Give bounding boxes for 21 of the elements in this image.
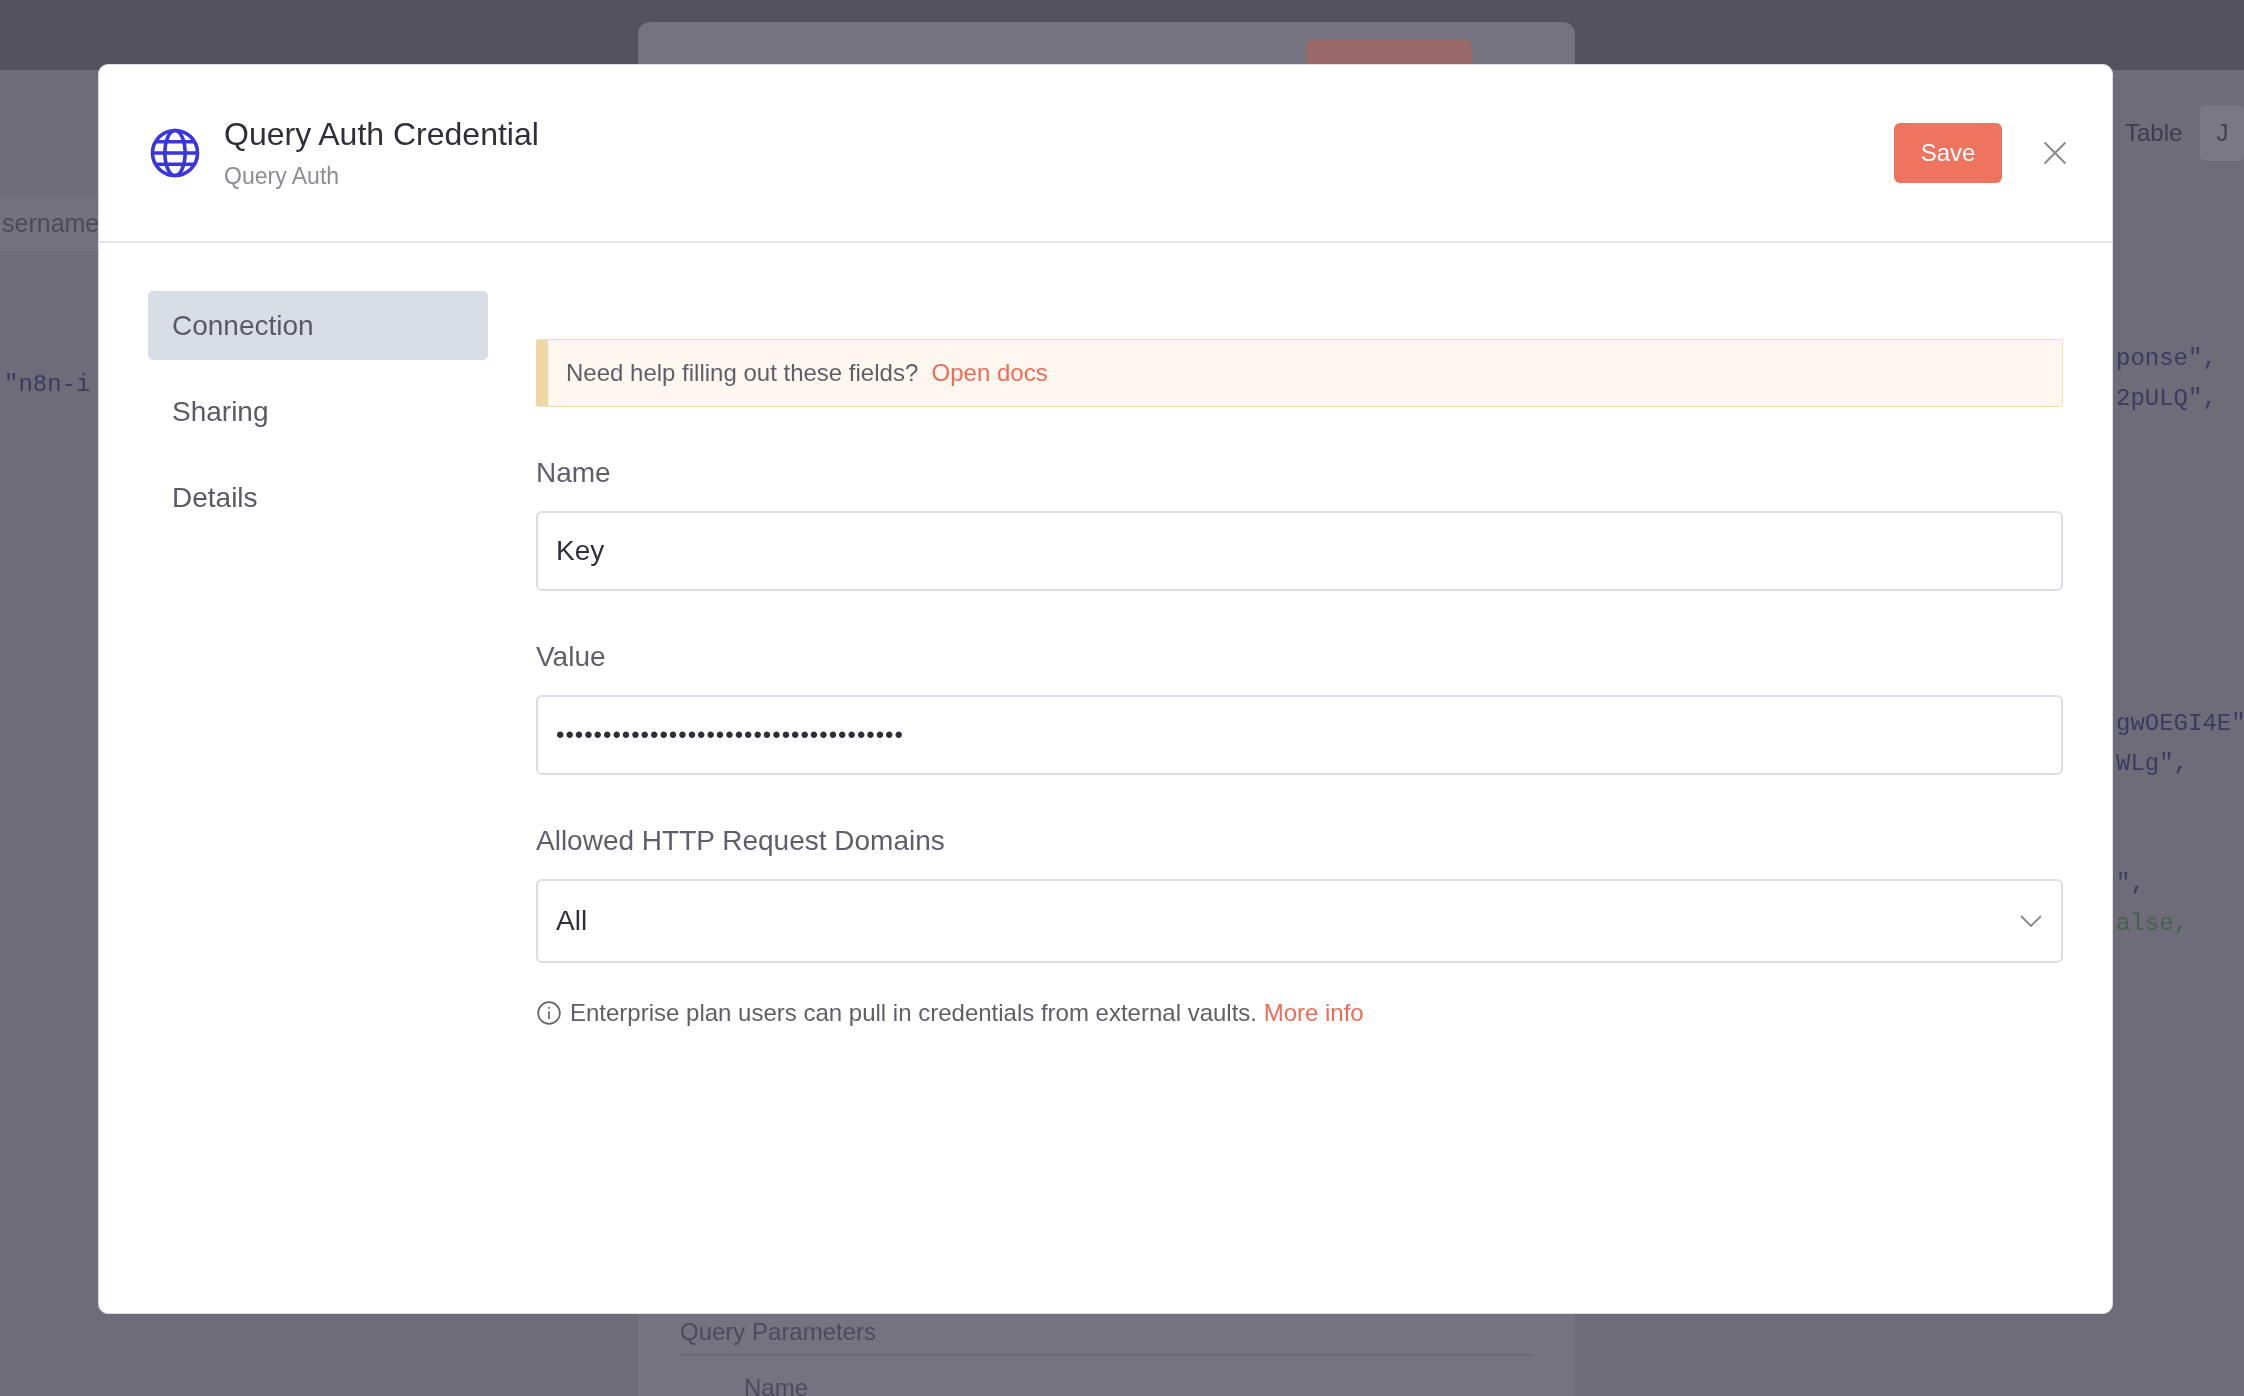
- save-button[interactable]: Save: [1894, 123, 2002, 183]
- sidebar-item[interactable]: Connection: [148, 291, 488, 360]
- globe-icon: [148, 126, 202, 180]
- field-label: Value: [536, 641, 607, 673]
- info-text: Enterprise plan users can pull in credentials from external vaults. More info: [570, 999, 1364, 1027]
- name-field[interactable]: Key: [536, 511, 2063, 591]
- dialog-title: Query Auth Credential: [224, 116, 540, 153]
- field-label: Name: [536, 457, 612, 489]
- domains-dropdown[interactable]: All: [536, 879, 2063, 963]
- code-line: ",: [2116, 869, 2146, 899]
- dialog-subtitle: Query Auth: [224, 163, 341, 190]
- info-icon: [536, 1000, 562, 1026]
- docs-link[interactable]: Open docs: [931, 359, 1048, 386]
- sidebar-item[interactable]: Details: [148, 463, 488, 532]
- notice-text: Need help filling out these fields? Open docs: [566, 359, 1048, 387]
- close-icon[interactable]: [2042, 140, 2068, 166]
- sidebar-item[interactable]: Sharing: [148, 377, 488, 446]
- field-label: Allowed HTTP Request Domains: [536, 825, 946, 857]
- value-field[interactable]: •••••••••••••••••••••••••••••••••••••: [536, 695, 2063, 775]
- more-info-link[interactable]: More info: [1263, 999, 1364, 1026]
- chevron-down-icon: [2019, 914, 2043, 928]
